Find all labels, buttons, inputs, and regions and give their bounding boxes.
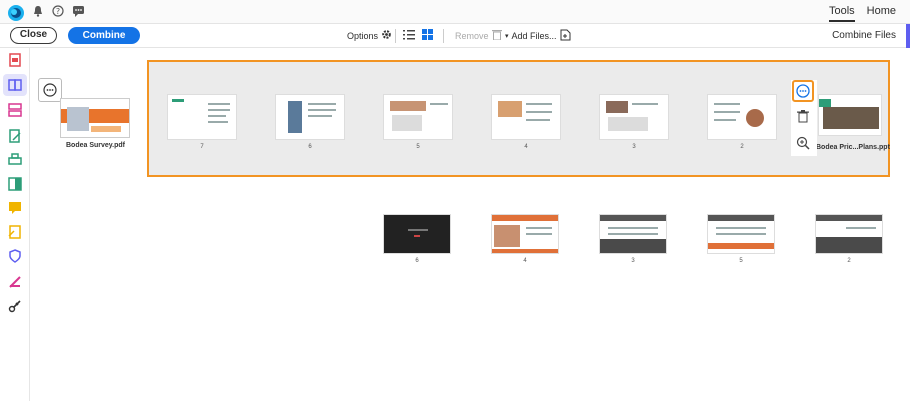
page-title: Combine Files: [832, 30, 896, 41]
page-thumbnail[interactable]: [275, 94, 345, 140]
combine-button[interactable]: Combine: [68, 27, 140, 44]
protect-icon[interactable]: [7, 248, 23, 264]
help-icon[interactable]: ?: [52, 4, 64, 22]
page-number: 3: [631, 258, 635, 264]
zoom-in-icon: [796, 136, 810, 150]
page-number: 6: [308, 144, 312, 150]
page-number: 4: [523, 258, 527, 264]
file-label-bodea-survey: Bodea Survey.pdf: [66, 142, 125, 149]
page-thumbnail[interactable]: [815, 214, 883, 254]
combine-files-icon[interactable]: [3, 74, 27, 96]
combine-files-window: ? Tools Home Close Combine Options Remov…: [0, 0, 910, 401]
page-number: 2: [740, 144, 744, 150]
list-view-button[interactable]: [403, 29, 415, 42]
page-thumbnail[interactable]: [599, 94, 669, 140]
chat-icon[interactable]: [72, 4, 85, 22]
toolbar-accent-bar: [906, 24, 910, 48]
tab-home[interactable]: Home: [867, 5, 896, 22]
page-thumbnail[interactable]: [599, 214, 667, 254]
file-thumbnail-bodea-survey[interactable]: [60, 98, 130, 138]
remove-button[interactable]: Remove: [455, 29, 502, 42]
redact-icon[interactable]: [7, 274, 23, 290]
trash-icon: [797, 110, 809, 123]
file-label-bodea-pricing: Bodea Pric...Plans.ppt: [816, 144, 890, 151]
tab-tools[interactable]: Tools: [828, 5, 855, 22]
close-button[interactable]: Close: [10, 27, 57, 44]
more-tools-icon[interactable]: [7, 298, 23, 314]
edit-pdf-icon[interactable]: [7, 128, 23, 144]
organize-pages-icon[interactable]: [7, 102, 23, 118]
fill-sign-icon[interactable]: [7, 176, 23, 192]
ellipsis-circle-icon: [796, 84, 810, 98]
app-logo-icon[interactable]: [8, 5, 24, 21]
remove-label: Remove: [455, 30, 489, 41]
grid-view-icon: [422, 29, 433, 42]
ellipsis-circle-icon: [43, 83, 57, 97]
options-button[interactable]: Options: [347, 29, 392, 42]
comment-icon[interactable]: [7, 200, 23, 216]
page-thumbnail[interactable]: [491, 94, 561, 140]
page-thumbnail[interactable]: [383, 94, 453, 140]
bell-icon[interactable]: [32, 4, 44, 22]
grid-view-button[interactable]: [422, 29, 433, 42]
page-number: 5: [739, 258, 743, 264]
expand-pages-button[interactable]: [38, 78, 62, 102]
chevron-down-icon: ▾: [505, 33, 509, 40]
page-thumbnail[interactable]: [491, 214, 559, 254]
page-number: 7: [200, 144, 204, 150]
top-tabs: Tools Home: [828, 5, 896, 22]
toolbar-divider: [395, 29, 396, 43]
toolbar: Close Combine Options Remove ▾ Add Files…: [0, 24, 910, 48]
export-pdf-icon[interactable]: [7, 52, 23, 68]
gear-icon: [381, 29, 392, 42]
page-number: 3: [632, 144, 636, 150]
page-thumbnail[interactable]: [383, 214, 451, 254]
options-label: Options: [347, 30, 379, 41]
delete-file-button[interactable]: [797, 110, 809, 128]
request-signature-icon[interactable]: [7, 224, 23, 240]
print-production-icon[interactable]: [7, 152, 23, 168]
page-thumbnail[interactable]: [707, 214, 775, 254]
zoom-button[interactable]: [796, 136, 810, 155]
toolbar-divider: [443, 29, 444, 43]
trash-icon: [491, 29, 502, 42]
list-view-icon: [403, 29, 415, 42]
page-thumbnail[interactable]: [707, 94, 777, 140]
page-number: 5: [416, 144, 420, 150]
page-number: 6: [415, 258, 419, 264]
collapse-pages-button[interactable]: [792, 80, 814, 102]
page-number: 4: [524, 144, 528, 150]
add-files-label: Add Files...: [511, 31, 557, 41]
add-file-icon: [560, 29, 571, 43]
page-number: 2: [847, 258, 851, 264]
tools-sidebar: [0, 48, 30, 401]
file-thumbnail-bodea-pricing[interactable]: [818, 94, 882, 136]
top-bar: ? Tools Home: [0, 0, 910, 24]
svg-text:?: ?: [56, 7, 60, 16]
page-thumbnail[interactable]: [167, 94, 237, 140]
add-files-button[interactable]: ▾ Add Files...: [505, 29, 571, 43]
